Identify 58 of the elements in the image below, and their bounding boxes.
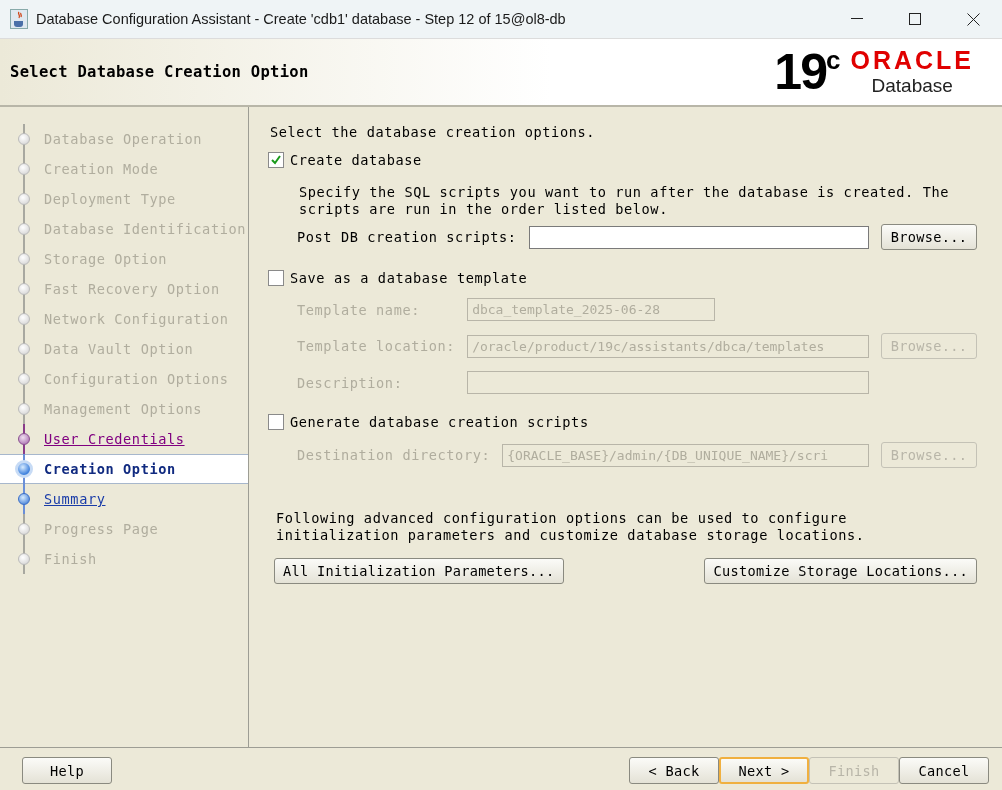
checkbox-label[interactable]: Save as a database template — [290, 270, 528, 286]
step-item[interactable]: Creation Mode — [0, 154, 248, 184]
step-item[interactable]: Management Options — [0, 394, 248, 424]
step-dot-icon — [18, 433, 30, 445]
checkbox-label[interactable]: Create database — [290, 152, 422, 168]
help-button[interactable]: Help — [22, 757, 112, 784]
step-dot-icon — [18, 133, 30, 145]
step-item[interactable]: Configuration Options — [0, 364, 248, 394]
step-item[interactable]: Creation Option — [0, 454, 248, 484]
step-dot-icon — [15, 460, 33, 478]
step-dot-icon — [18, 283, 30, 295]
step-dot-icon — [18, 163, 30, 175]
step-item[interactable]: Summary — [0, 484, 248, 514]
step-dot-icon — [18, 553, 30, 565]
step-item[interactable]: Finish — [0, 544, 248, 574]
step-item[interactable]: Network Configuration — [0, 304, 248, 334]
step-dot-icon — [18, 223, 30, 235]
step-dot-icon — [18, 313, 30, 325]
advanced-note: Following advanced configuration options can be used to configure initialization parameters and customize database storage locations. — [276, 510, 866, 544]
brand-logo: ORACLE — [850, 47, 974, 73]
checkbox[interactable] — [268, 152, 284, 168]
step-item[interactable]: Database Identification — [0, 214, 248, 244]
input-field[interactable] — [528, 225, 869, 249]
step-dot-icon — [18, 373, 30, 385]
step-dot-icon — [18, 403, 30, 415]
step-item[interactable]: Progress Page — [0, 514, 248, 544]
checkbox[interactable] — [268, 270, 284, 286]
window-title: Database Configuration Assistant - Create 'cdb1' database - Step 12 of 15@ol8-db — [36, 11, 567, 27]
step-item[interactable]: Database Operation — [0, 124, 248, 154]
page-title: Select Database Creation Option — [10, 63, 310, 81]
advanced-button[interactable]: All Initialization Parameters... — [274, 558, 564, 584]
step-dot-icon — [18, 253, 30, 265]
nav-button[interactable]: Cancel — [899, 757, 989, 784]
java-cup-icon — [10, 9, 28, 29]
field-label: Template location: — [297, 338, 456, 354]
step-item[interactable]: Storage Option — [0, 244, 248, 274]
step-item[interactable]: User Credentials — [0, 424, 248, 454]
step-dot-icon — [18, 523, 30, 535]
step-dot-icon — [18, 193, 30, 205]
field-label: Template name: — [297, 301, 421, 318]
description-text: Specify the SQL scripts you want to run after the database is created. The scripts are run in the order listed below. — [299, 184, 951, 218]
field-label: Description: — [297, 374, 404, 391]
step-item[interactable]: Deployment Type — [0, 184, 248, 214]
step-item[interactable]: Data Vault Option — [0, 334, 248, 364]
intro-text: Select the database creation options. — [270, 124, 596, 140]
step-dot-icon — [18, 493, 30, 505]
advanced-button[interactable]: Customize Storage Locations... — [704, 558, 977, 584]
checkbox-label[interactable]: Generate database creation scripts — [290, 414, 589, 430]
version-logo: 19$^{c}$ — [774, 47, 839, 97]
step-item[interactable]: Fast Recovery Option — [0, 274, 248, 304]
nav-button[interactable]: Next > — [719, 757, 809, 784]
browse-button[interactable]: Browse... — [881, 224, 977, 250]
field-label: Destination directory: — [297, 447, 491, 463]
field-label: Post DB creation scripts: — [297, 229, 517, 245]
nav-button[interactable]: < Back — [629, 757, 719, 784]
product-name: Database — [871, 74, 953, 97]
checkbox[interactable] — [268, 414, 284, 430]
step-dot-icon — [18, 343, 30, 355]
